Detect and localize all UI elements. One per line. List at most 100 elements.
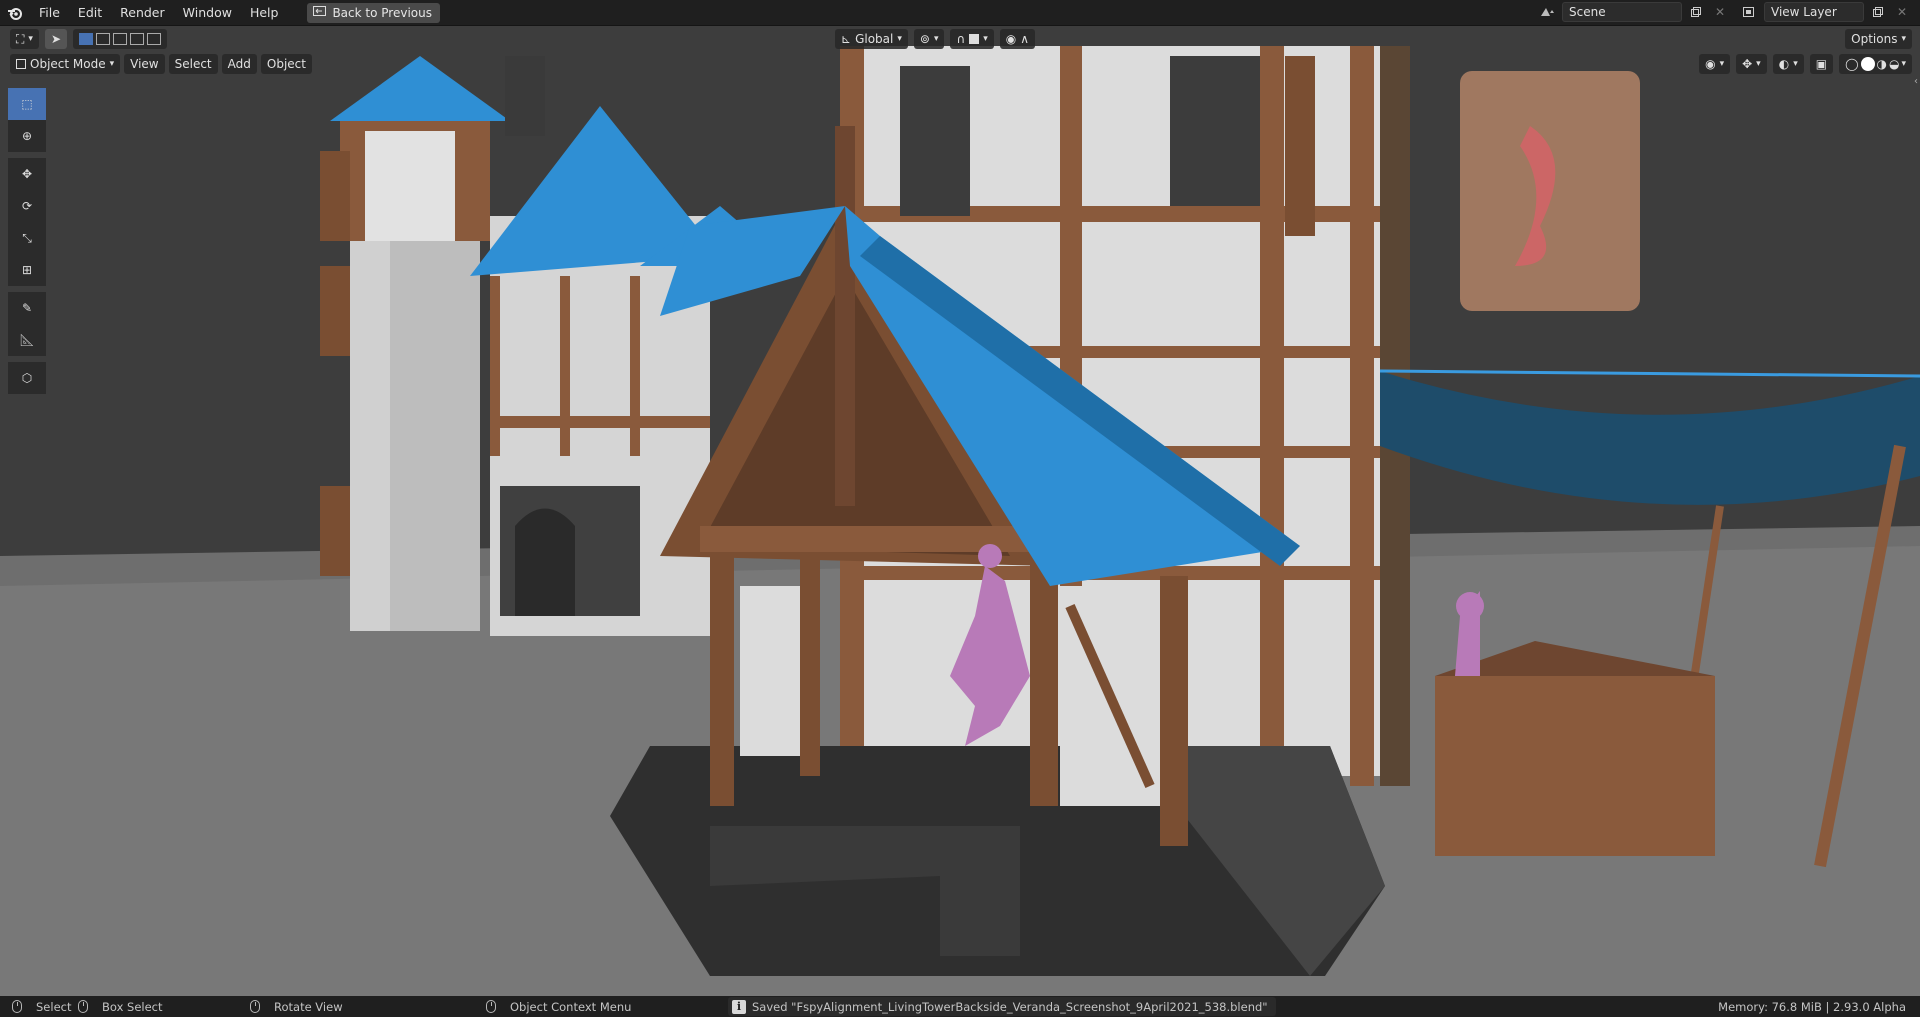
menu-edit[interactable]: Edit: [69, 2, 111, 24]
status-box-select-label: Box Select: [102, 999, 163, 1014]
select-menu[interactable]: Select: [168, 54, 218, 74]
mouse-drag-icon: [78, 1000, 88, 1013]
3d-viewport[interactable]: ⛶ ▾ ➤ ⊾ Global ▾ ⊚ ▾ ∩ ▾ ◉ ∧ Options ▾ O…: [0, 26, 1920, 996]
object-mode-dropdown[interactable]: Object Mode ▾: [10, 54, 121, 74]
delete-scene-icon[interactable]: ✕: [1710, 2, 1730, 22]
selection-mode-group[interactable]: [73, 29, 167, 49]
proportional-edit-icon[interactable]: ◉: [1006, 32, 1016, 46]
shading-mode-group[interactable]: ◯ ◑ ◒ ▾: [1839, 54, 1912, 74]
view-menu[interactable]: View: [124, 54, 165, 74]
proportional-editing-group[interactable]: ◉ ∧: [999, 29, 1036, 49]
select-box-tool[interactable]: ⬚: [8, 88, 46, 120]
rendered-shading-icon[interactable]: ◒: [1889, 57, 1899, 71]
chevron-down-icon: ▾: [983, 34, 988, 44]
new-view-layer-icon[interactable]: [1868, 2, 1888, 22]
annotate-tool[interactable]: ✎: [8, 292, 46, 324]
overlay-icon: ◐: [1778, 57, 1790, 71]
select-new-icon[interactable]: [79, 33, 93, 45]
view-layer-icon[interactable]: [1740, 2, 1760, 22]
chevron-down-icon: ▾: [109, 59, 115, 69]
wireframe-shading-icon[interactable]: ◯: [1845, 57, 1858, 71]
object-mode-icon: [16, 59, 26, 69]
cursor-arrow-icon: ➤: [50, 32, 61, 46]
chevron-down-icon: ▾: [1901, 34, 1906, 44]
back-to-previous-label: Back to Previous: [332, 5, 432, 20]
material-shading-icon[interactable]: ◑: [1877, 57, 1887, 71]
transform-orientation-label: Global: [855, 32, 894, 46]
orientation-icon: ⊾: [841, 32, 852, 46]
snapping-group[interactable]: ∩ ▾: [950, 29, 994, 49]
saved-report[interactable]: i Saved "FspyAlignment_LivingTowerBacksi…: [728, 997, 1276, 1016]
cursor-tool[interactable]: ⊕: [8, 120, 46, 152]
status-bar: Select Box Select Rotate View Object Con…: [0, 996, 1920, 1017]
sidebar-toggle-icon[interactable]: ‹: [1914, 76, 1918, 87]
back-to-previous-button[interactable]: Back to Previous: [307, 2, 440, 23]
transform-tool[interactable]: ⊞: [8, 254, 46, 286]
rotate-tool[interactable]: ⟳: [8, 190, 46, 222]
cursor-icon: ⊕: [21, 129, 33, 143]
rotate-icon: ⟳: [21, 199, 33, 213]
menu-window[interactable]: Window: [174, 2, 241, 24]
delete-view-layer-icon[interactable]: ✕: [1892, 2, 1912, 22]
memory-status: Memory: 76.8 MiB | 2.93.0 Alpha: [1718, 999, 1906, 1014]
mouse-left-icon: [12, 1000, 22, 1013]
gizmo-dropdown[interactable]: ✥ ▾: [1736, 54, 1767, 74]
select-intersect-icon[interactable]: [147, 33, 161, 45]
options-dropdown[interactable]: Options ▾: [1845, 29, 1912, 49]
overlay-dropdown[interactable]: ◐ ▾: [1772, 54, 1804, 74]
select-subtract-icon[interactable]: [113, 33, 127, 45]
select-tool-button[interactable]: ➤: [44, 29, 67, 49]
xray-icon: ▣: [1815, 57, 1828, 71]
scale-tool[interactable]: ⤡: [8, 222, 46, 254]
transform-orientation-dropdown[interactable]: ⊾ Global ▾: [835, 29, 908, 49]
menu-render[interactable]: Render: [111, 2, 174, 24]
annotate-icon: ✎: [21, 301, 33, 315]
viewport-header: Object Mode ▾ View Select Add Object ◉ ▾ …: [0, 52, 1920, 76]
scene-name-field[interactable]: Scene: [1562, 2, 1682, 22]
menu-file[interactable]: File: [30, 2, 69, 24]
hanging-sign: [1460, 71, 1640, 311]
snap-target-icon[interactable]: [969, 34, 980, 44]
chevron-down-icon: ▾: [897, 34, 902, 44]
saved-message: Saved "FspyAlignment_LivingTowerBackside…: [752, 999, 1268, 1014]
view-layer-field[interactable]: View Layer: [1764, 2, 1864, 22]
move-icon: ✥: [21, 167, 33, 181]
new-scene-icon[interactable]: [1686, 2, 1706, 22]
mouse-right-icon: [486, 1000, 496, 1013]
mouse-middle-icon: [250, 1000, 260, 1013]
object-menu[interactable]: Object: [260, 54, 312, 74]
editor-type-icon: ⛶: [16, 31, 25, 46]
options-label: Options: [1851, 32, 1898, 46]
status-box-select: Box Select: [78, 1000, 163, 1014]
object-mode-label: Object Mode: [30, 57, 106, 71]
select-invert-icon[interactable]: [130, 33, 144, 45]
solid-shading-icon[interactable]: [1860, 57, 1875, 71]
add-menu[interactable]: Add: [221, 54, 257, 74]
select-extend-icon[interactable]: [96, 33, 110, 45]
pivot-point-dropdown[interactable]: ⊚ ▾: [913, 29, 945, 49]
viewport-scene: [0, 46, 1920, 996]
scale-icon: ⤡: [22, 230, 32, 245]
chevron-down-icon: ▾: [933, 34, 939, 44]
blender-logo-icon[interactable]: [0, 0, 30, 26]
add-cube-tool[interactable]: ⬡: [8, 362, 46, 394]
eye-icon: ◉: [1705, 57, 1716, 71]
move-tool[interactable]: ✥: [8, 158, 46, 190]
magnet-icon[interactable]: ∩: [956, 32, 965, 46]
editor-type-selector[interactable]: ⛶ ▾: [10, 29, 39, 49]
pivot-icon: ⊚: [919, 32, 930, 46]
viewport-tool-header: ⛶ ▾ ➤ ⊾ Global ▾ ⊚ ▾ ∩ ▾ ◉ ∧ Options ▾: [0, 26, 1920, 52]
measure-tool[interactable]: 📐︎: [8, 324, 46, 356]
status-select: Select: [12, 1000, 71, 1014]
status-select-label: Select: [36, 999, 72, 1014]
measure-icon: 📐︎: [19, 333, 35, 347]
xray-toggle[interactable]: ▣: [1809, 54, 1834, 74]
visibility-dropdown[interactable]: ◉ ▾: [1699, 54, 1731, 74]
scene-selector-icon[interactable]: [1538, 2, 1558, 22]
add-cube-icon: ⬡: [21, 371, 33, 385]
falloff-curve-icon[interactable]: ∧: [1020, 32, 1029, 46]
transform-icon: ⊞: [21, 263, 33, 277]
menu-help[interactable]: Help: [241, 2, 288, 24]
status-context-menu: Object Context Menu: [486, 1000, 631, 1014]
chevron-down-icon: ▾: [28, 34, 33, 44]
